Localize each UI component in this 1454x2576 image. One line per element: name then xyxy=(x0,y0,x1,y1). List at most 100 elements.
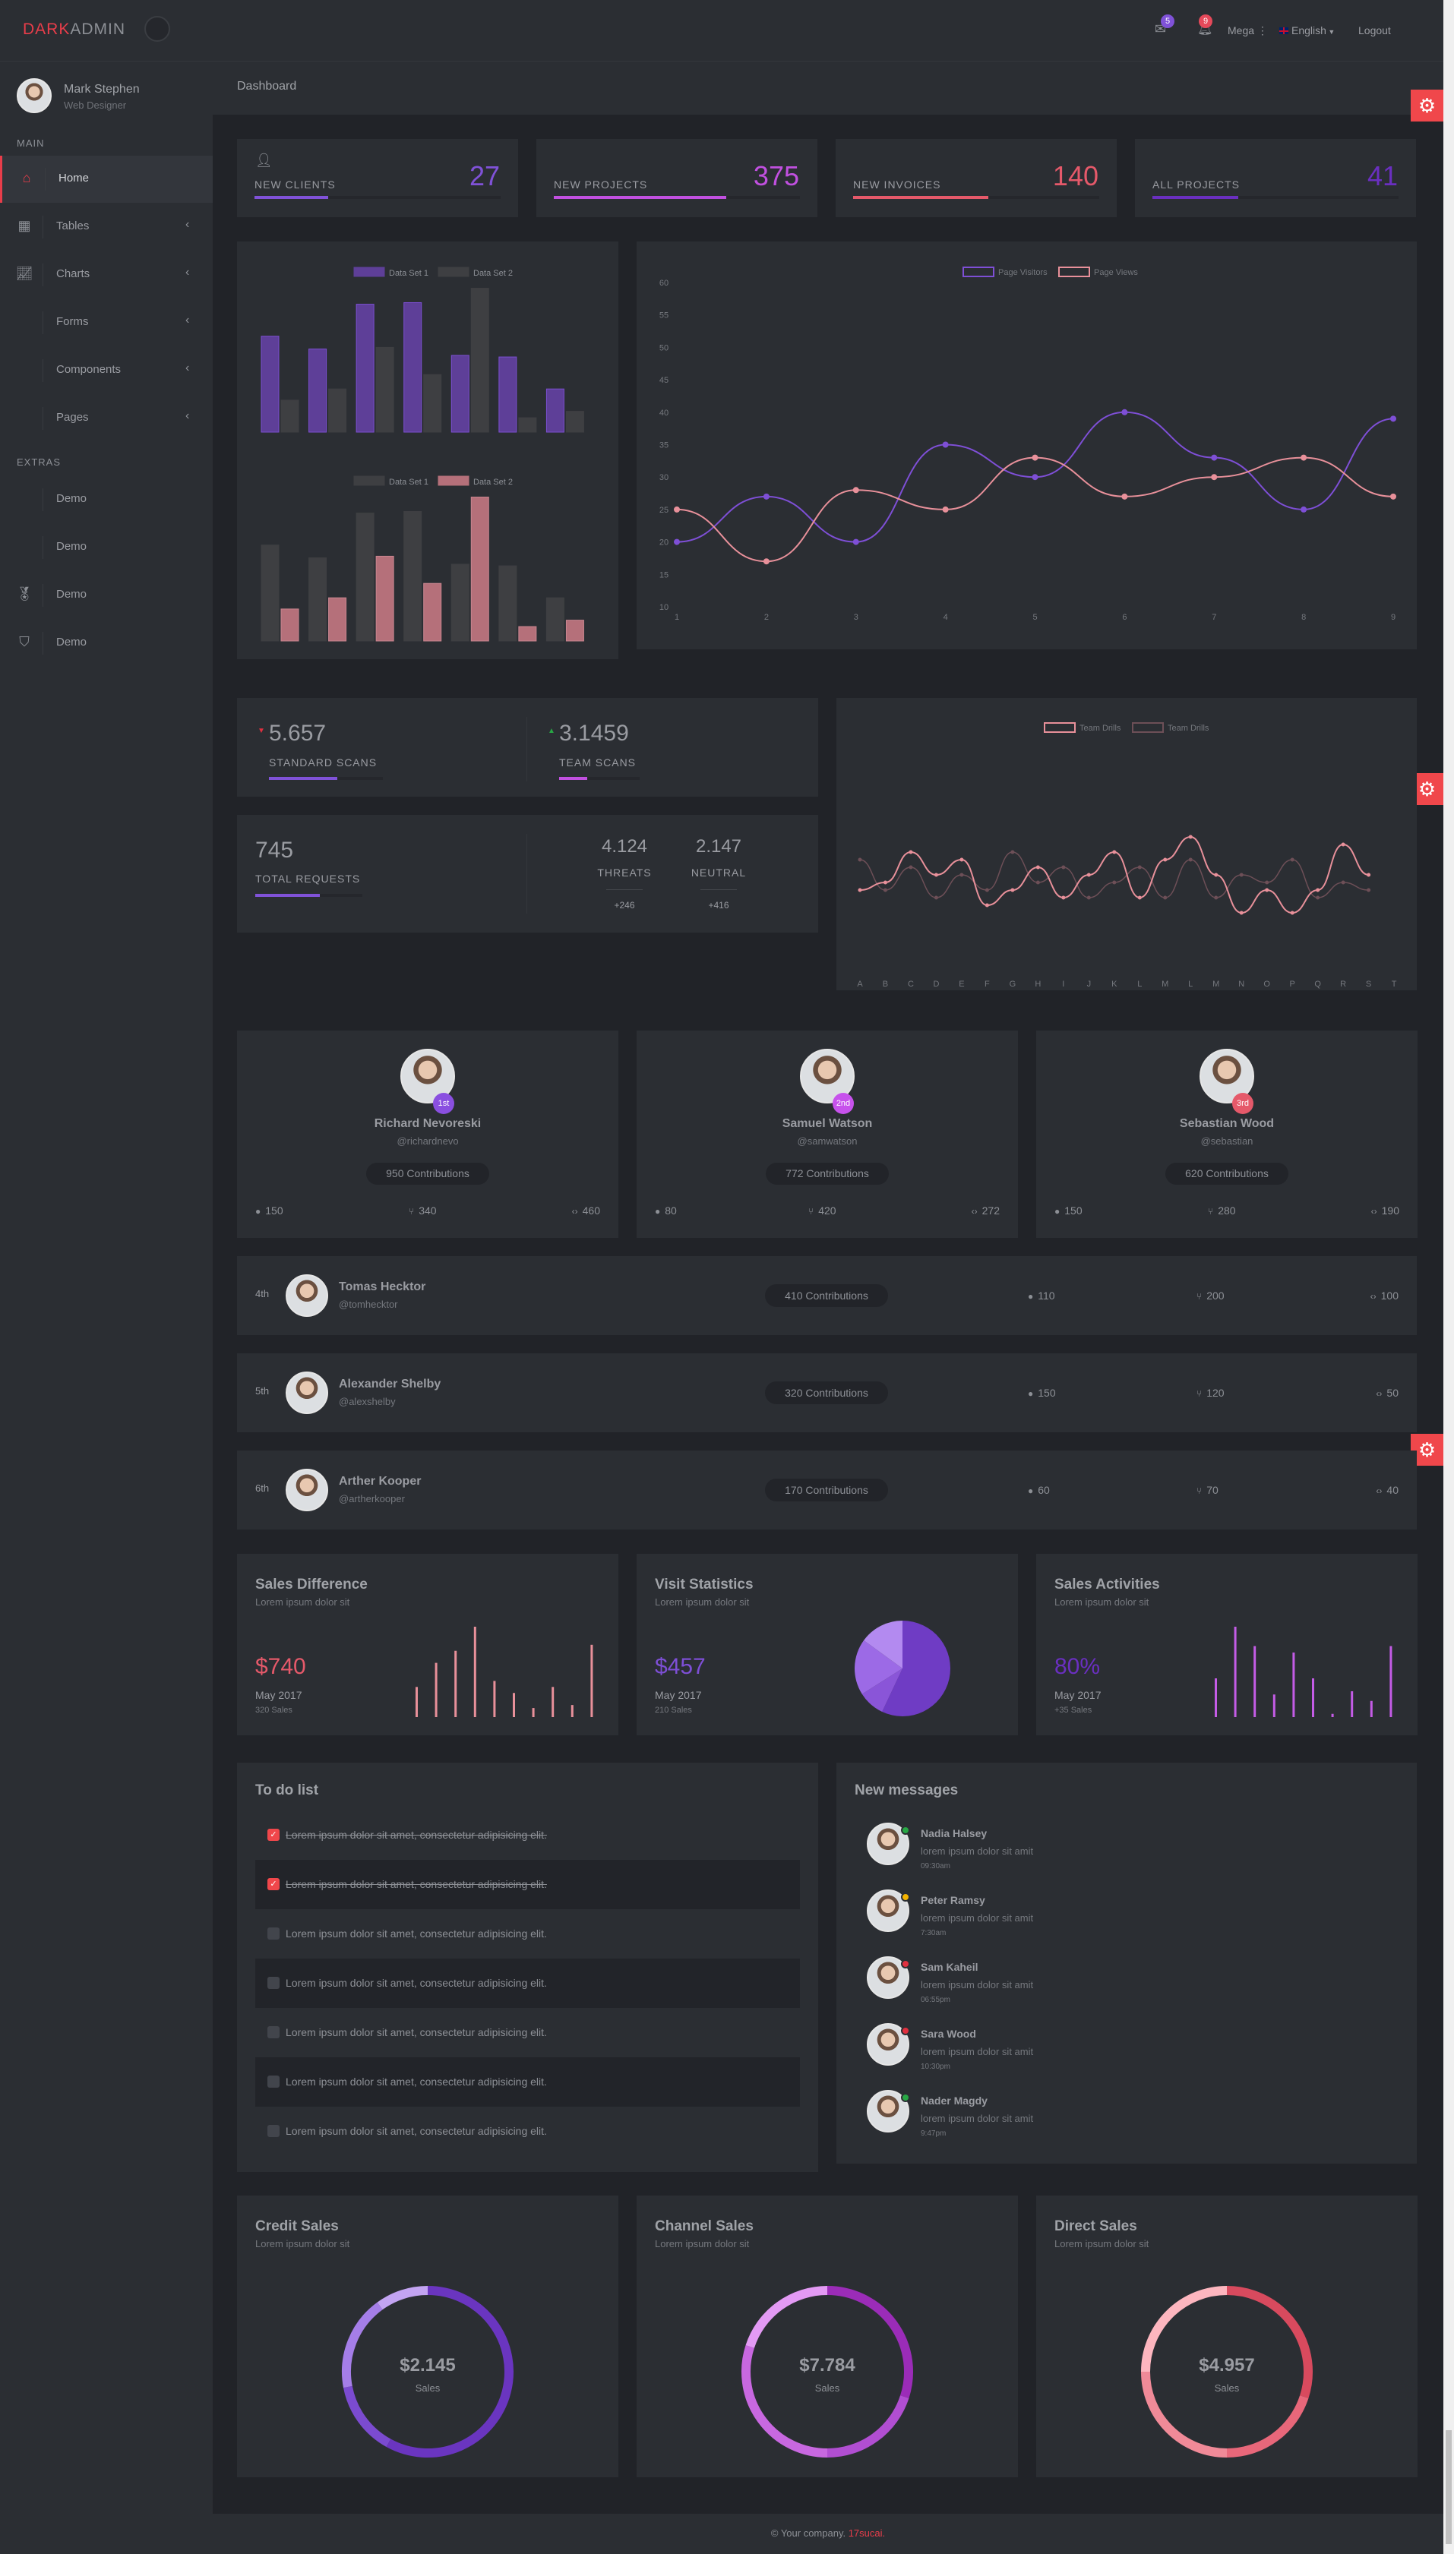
message-item[interactable]: Sam Kaheil lorem ipsum dolor sit amit 06:5… xyxy=(836,1956,1417,2017)
data-point xyxy=(909,850,913,854)
sidebar-item-demo[interactable]: ⛉ Demo xyxy=(0,620,213,667)
todo-item[interactable]: ✓ Lorem ipsum dolor sit amet, consectetur… xyxy=(255,1860,800,1909)
code-stat: ‹› 100 xyxy=(1370,1290,1399,1302)
todo-item[interactable]: Lorem ipsum dolor sit amet, consectetur … xyxy=(255,1909,800,1959)
message-item[interactable]: Nader Magdy lorem ipsum dolor sit amit 9:4… xyxy=(836,2090,1417,2151)
notification-badge: 9 xyxy=(1199,14,1212,28)
threats-value: 4.124 xyxy=(601,836,648,857)
chevron-left-icon: ‹ xyxy=(185,314,190,327)
x-tick-label: M xyxy=(1212,980,1219,989)
sidebar-item-pages[interactable]: Pages ‹ xyxy=(0,395,213,442)
status-dot xyxy=(901,2026,910,2035)
data-point xyxy=(985,903,989,908)
x-tick-label: T xyxy=(1392,980,1397,989)
spark-bar xyxy=(513,1693,515,1717)
todo-item[interactable]: Lorem ipsum dolor sit amet, consectetur … xyxy=(255,1959,800,2008)
language-dropdown[interactable]: English ▼ xyxy=(1279,24,1335,36)
database-icon: ● xyxy=(1028,1485,1034,1496)
bar xyxy=(565,411,584,433)
settings-gear-button[interactable]: ⚙ xyxy=(1411,90,1443,122)
todo-text: Lorem ipsum dolor sit amet, consectetur … xyxy=(286,2076,547,2088)
sales-card: Sales Difference Lorem ipsum dolor sit $74… xyxy=(237,1554,618,1735)
todo-checkbox[interactable]: ✓ xyxy=(267,1829,280,1841)
user-icon: 👤︎ xyxy=(255,153,273,168)
language-label: English xyxy=(1291,24,1326,36)
stat-card: ALL PROJECTS 41 xyxy=(1135,139,1416,217)
shield-check-icon: ⛉ xyxy=(19,634,30,649)
code-icon: ‹› xyxy=(1376,1388,1383,1399)
data-point xyxy=(1211,454,1218,461)
data-point xyxy=(852,538,859,545)
sidebar-item-demo[interactable]: Demo xyxy=(0,524,213,571)
scrollbar[interactable] xyxy=(1443,0,1454,2554)
data-point xyxy=(674,506,680,513)
brand-logo[interactable]: DARKADMIN xyxy=(23,21,125,39)
data-point xyxy=(1112,850,1117,854)
avatar xyxy=(286,1469,328,1511)
todo-item[interactable]: Lorem ipsum dolor sit amet, consectetur … xyxy=(255,2057,800,2107)
data-point xyxy=(1214,895,1219,900)
git-branch-icon: ⑂ xyxy=(1196,1388,1203,1399)
legend-swatch xyxy=(1044,722,1076,733)
sidebar-item-demo[interactable]: Demo xyxy=(0,476,213,523)
sales-card: Sales Activities Lorem ipsum dolor sit 80%… xyxy=(1036,1554,1418,1735)
threats-label: THREATS xyxy=(597,867,652,879)
bar xyxy=(375,555,394,642)
bar xyxy=(280,399,299,433)
x-tick-label: N xyxy=(1238,980,1244,989)
data-point xyxy=(1301,506,1307,513)
bar-charts-card: Data Set 1 Data Set 2 Data Set 1 Data Set 2 xyxy=(237,242,618,659)
data-point xyxy=(1188,835,1193,839)
todo-checkbox[interactable] xyxy=(267,1977,280,1989)
y-tick-label: 45 xyxy=(659,376,669,385)
todo-checkbox[interactable] xyxy=(267,2076,280,2088)
database-stat: ● 150 xyxy=(255,1204,283,1217)
todo-item[interactable]: Lorem ipsum dolor sit amet, consectetur … xyxy=(255,2008,800,2057)
spark-bar xyxy=(1272,1694,1275,1717)
sidebar-item-components[interactable]: Components ‹ xyxy=(0,347,213,394)
bar xyxy=(518,626,537,642)
logout-link[interactable]: Logout xyxy=(1358,24,1391,36)
footer-link[interactable]: 17sucai. xyxy=(849,2527,885,2539)
x-tick-label: B xyxy=(883,980,888,989)
data-point xyxy=(1341,880,1345,885)
mega-menu-button[interactable]: Mega ⋮ xyxy=(1228,24,1268,37)
message-item[interactable]: Nadia Halsey lorem ipsum dolor sit amit 09… xyxy=(836,1823,1417,1883)
sidebar-item-tables[interactable]: ▦ Tables ‹ xyxy=(0,204,213,251)
team-scans-value: 3.1459 xyxy=(559,721,629,746)
spark-bar xyxy=(435,1662,438,1717)
bar xyxy=(450,564,469,642)
sidebar-item-demo[interactable]: 🏅︎ Demo xyxy=(0,572,213,619)
todo-item[interactable]: Lorem ipsum dolor sit amet, consectetur … xyxy=(255,2107,800,2156)
x-tick-label: E xyxy=(959,980,964,989)
sidebar-item-label: Charts xyxy=(56,267,90,280)
message-item[interactable]: Sara Wood lorem ipsum dolor sit amit 10:30… xyxy=(836,2023,1417,2084)
sidebar-toggle-button[interactable] xyxy=(144,16,170,42)
message-item[interactable]: Peter Ramsy lorem ipsum dolor sit amit 7:3… xyxy=(836,1889,1417,1950)
spark-bar xyxy=(493,1681,496,1717)
sidebar-item-charts[interactable]: 📈︎ Charts ‹ xyxy=(0,251,213,298)
leader-handle: @artherkooper xyxy=(339,1493,405,1504)
stat-value: 50 xyxy=(1386,1387,1399,1399)
profile-avatar[interactable] xyxy=(17,78,52,113)
bar xyxy=(356,304,375,433)
divider xyxy=(45,168,46,191)
x-tick-label: 8 xyxy=(1301,613,1306,622)
code-icon: ‹› xyxy=(1370,1206,1377,1217)
sidebar-item-forms[interactable]: Forms ‹ xyxy=(0,299,213,346)
grid-icon: ▦ xyxy=(17,218,31,233)
todo-checkbox[interactable] xyxy=(267,1927,280,1940)
todo-item[interactable]: ✓ Lorem ipsum dolor sit amet, consectetur… xyxy=(255,1810,800,1860)
git-branch-icon: ⑂ xyxy=(409,1206,415,1217)
todo-checkbox[interactable] xyxy=(267,2026,280,2038)
todo-checkbox[interactable]: ✓ xyxy=(267,1878,280,1890)
sales-card: Visit Statistics Lorem ipsum dolor sit $45… xyxy=(637,1554,1018,1735)
leader-handle: @samwatson xyxy=(797,1135,858,1147)
data-point xyxy=(934,895,938,900)
sidebar-item-home[interactable]: ⌂ Home xyxy=(0,156,213,203)
rank-label: 5th xyxy=(255,1385,270,1397)
donut-segment xyxy=(827,2395,909,2458)
standard-scans-value: 5.657 xyxy=(269,721,327,746)
x-tick-label: I xyxy=(1062,980,1064,989)
todo-checkbox[interactable] xyxy=(267,2125,280,2137)
